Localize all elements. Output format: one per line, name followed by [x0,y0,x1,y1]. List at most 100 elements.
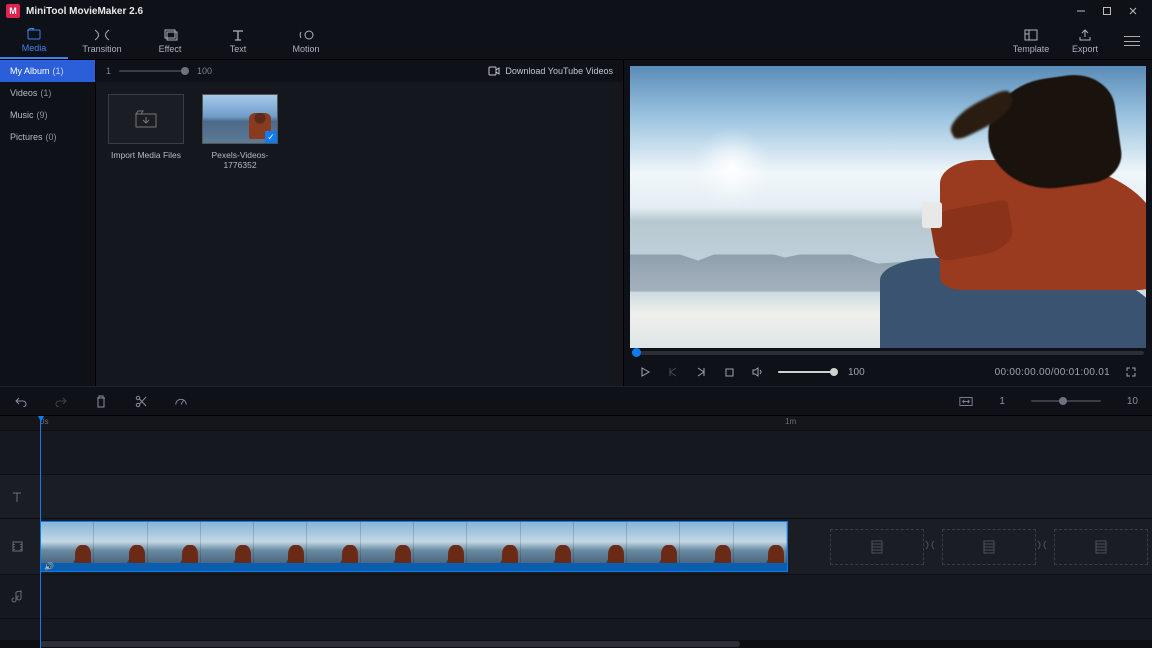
sidebar-item-my-album[interactable]: My Album (1) [0,60,95,82]
export-button[interactable]: Export [1058,22,1112,59]
import-thumb [108,94,184,144]
sidebar-item-count: (1) [53,66,64,76]
import-media-label: Import Media Files [111,150,181,160]
preview-sun [692,128,772,208]
timeline-zoom-max: 10 [1127,396,1138,407]
video-track-icon [0,540,34,553]
tab-effect-label: Effect [159,44,182,54]
track-spacer [0,618,1152,640]
clip-audio-icon: 🔊 [44,562,54,571]
app-logo-icon: M [6,4,20,18]
audio-track[interactable] [0,574,1152,618]
sidebar-item-music[interactable]: Music (9) [0,104,95,126]
main-area: My Album (1) Videos (1) Music (9) Pictur… [0,60,1152,386]
preview-panel: 100 00:00:00.00/00:01:00.01 [624,60,1152,386]
track-spacer [0,430,1152,474]
preview-scrubber[interactable] [630,348,1146,358]
thumb-zoom-max: 100 [197,66,212,76]
play-button[interactable] [638,365,652,379]
text-track[interactable] [0,474,1152,518]
clip-audio-strip [41,563,787,571]
split-button[interactable] [134,394,148,408]
minimize-button[interactable] [1068,2,1094,20]
ruler-mark-1m: 1m [785,417,796,426]
media-clip-label: Pexels-Videos-1776352 [202,150,278,170]
tab-media[interactable]: Media [0,22,68,59]
close-button[interactable] [1120,2,1146,20]
sidebar-item-label: Pictures [10,132,43,142]
tab-motion[interactable]: Motion [272,22,340,59]
download-youtube-button[interactable]: Download YouTube Videos [488,66,613,76]
redo-button[interactable] [54,394,68,408]
transition-slot-icon [923,538,943,558]
template-label: Template [1013,44,1050,54]
thumb-zoom-min: 1 [106,66,111,76]
media-sidebar: My Album (1) Videos (1) Music (9) Pictur… [0,60,96,386]
sidebar-item-count: (1) [40,88,51,98]
scrollbar-thumb[interactable] [40,641,740,647]
sidebar-item-label: Videos [10,88,37,98]
media-grid: Import Media Files ✓ Pexels-Videos-17763… [96,82,623,386]
text-track-icon [0,491,34,503]
sidebar-item-count: (9) [37,110,48,120]
maximize-button[interactable] [1094,2,1120,20]
empty-clip-slot[interactable] [1054,529,1148,565]
media-clip-item[interactable]: ✓ Pexels-Videos-1776352 [202,94,278,170]
tab-effect[interactable]: Effect [136,22,204,59]
timeline-clip[interactable]: 🔊 [40,521,788,572]
filmstrip-icon [1093,539,1109,555]
time-total: 00:01:00.01 [1054,367,1110,378]
scrubber-handle-icon [632,348,641,357]
slider-thumb-icon [830,368,838,376]
tab-transition[interactable]: Transition [68,22,136,59]
volume-value: 100 [848,367,865,378]
video-track[interactable]: 🔊 [0,518,1152,574]
playhead[interactable] [40,416,41,648]
transition-slot-icon [1035,538,1055,558]
filmstrip-icon [981,539,997,555]
tab-media-label: Media [22,43,47,53]
media-clip-thumb: ✓ [202,94,278,144]
audio-track-icon [0,590,34,603]
preview-viewport[interactable] [630,66,1146,348]
sidebar-item-videos[interactable]: Videos (1) [0,82,95,104]
stop-button[interactable] [722,365,736,379]
tab-transition-label: Transition [82,44,121,54]
volume-button[interactable] [750,365,764,379]
empty-clip-slot[interactable] [942,529,1036,565]
time-current: 00:00:00.00 [995,367,1051,378]
speed-button[interactable] [174,394,188,408]
timeline-zoom-min: 1 [999,396,1005,407]
media-panel-header: 1 100 Download YouTube Videos [96,60,623,82]
slider-thumb-icon [1059,397,1067,405]
sidebar-item-count: (0) [46,132,57,142]
time-ruler[interactable]: 0s 1m [0,416,1152,430]
thumb-zoom-slider[interactable] [119,70,189,72]
filmstrip-icon [869,539,885,555]
timeline-scrollbar[interactable] [0,640,1152,648]
sidebar-item-label: Music [10,110,34,120]
fullscreen-button[interactable] [1124,365,1138,379]
import-media-button[interactable]: Import Media Files [108,94,184,160]
fit-timeline-button[interactable] [959,394,973,408]
video-icon [488,66,500,76]
delete-button[interactable] [94,394,108,408]
timeline-zoom-slider[interactable] [1031,400,1101,402]
next-frame-button[interactable] [694,365,708,379]
preview-controls: 100 00:00:00.00/00:01:00.01 [630,358,1146,386]
selected-check-icon: ✓ [265,131,277,143]
preview-subject [870,78,1146,348]
empty-clip-slot[interactable] [830,529,924,565]
hamburger-icon [1124,36,1140,46]
tab-text[interactable]: Text [204,22,272,59]
template-button[interactable]: Template [1004,22,1058,59]
sidebar-item-pictures[interactable]: Pictures (0) [0,126,95,148]
undo-button[interactable] [14,394,28,408]
sidebar-item-label: My Album [10,66,50,76]
top-toolbar: Media Transition Effect Text Motion Temp… [0,22,1152,60]
prev-frame-button[interactable] [666,365,680,379]
app-title: MiniTool MovieMaker 2.6 [26,6,143,17]
menu-button[interactable] [1112,22,1152,59]
titlebar: M MiniTool MovieMaker 2.6 [0,0,1152,22]
volume-slider[interactable] [778,371,834,373]
